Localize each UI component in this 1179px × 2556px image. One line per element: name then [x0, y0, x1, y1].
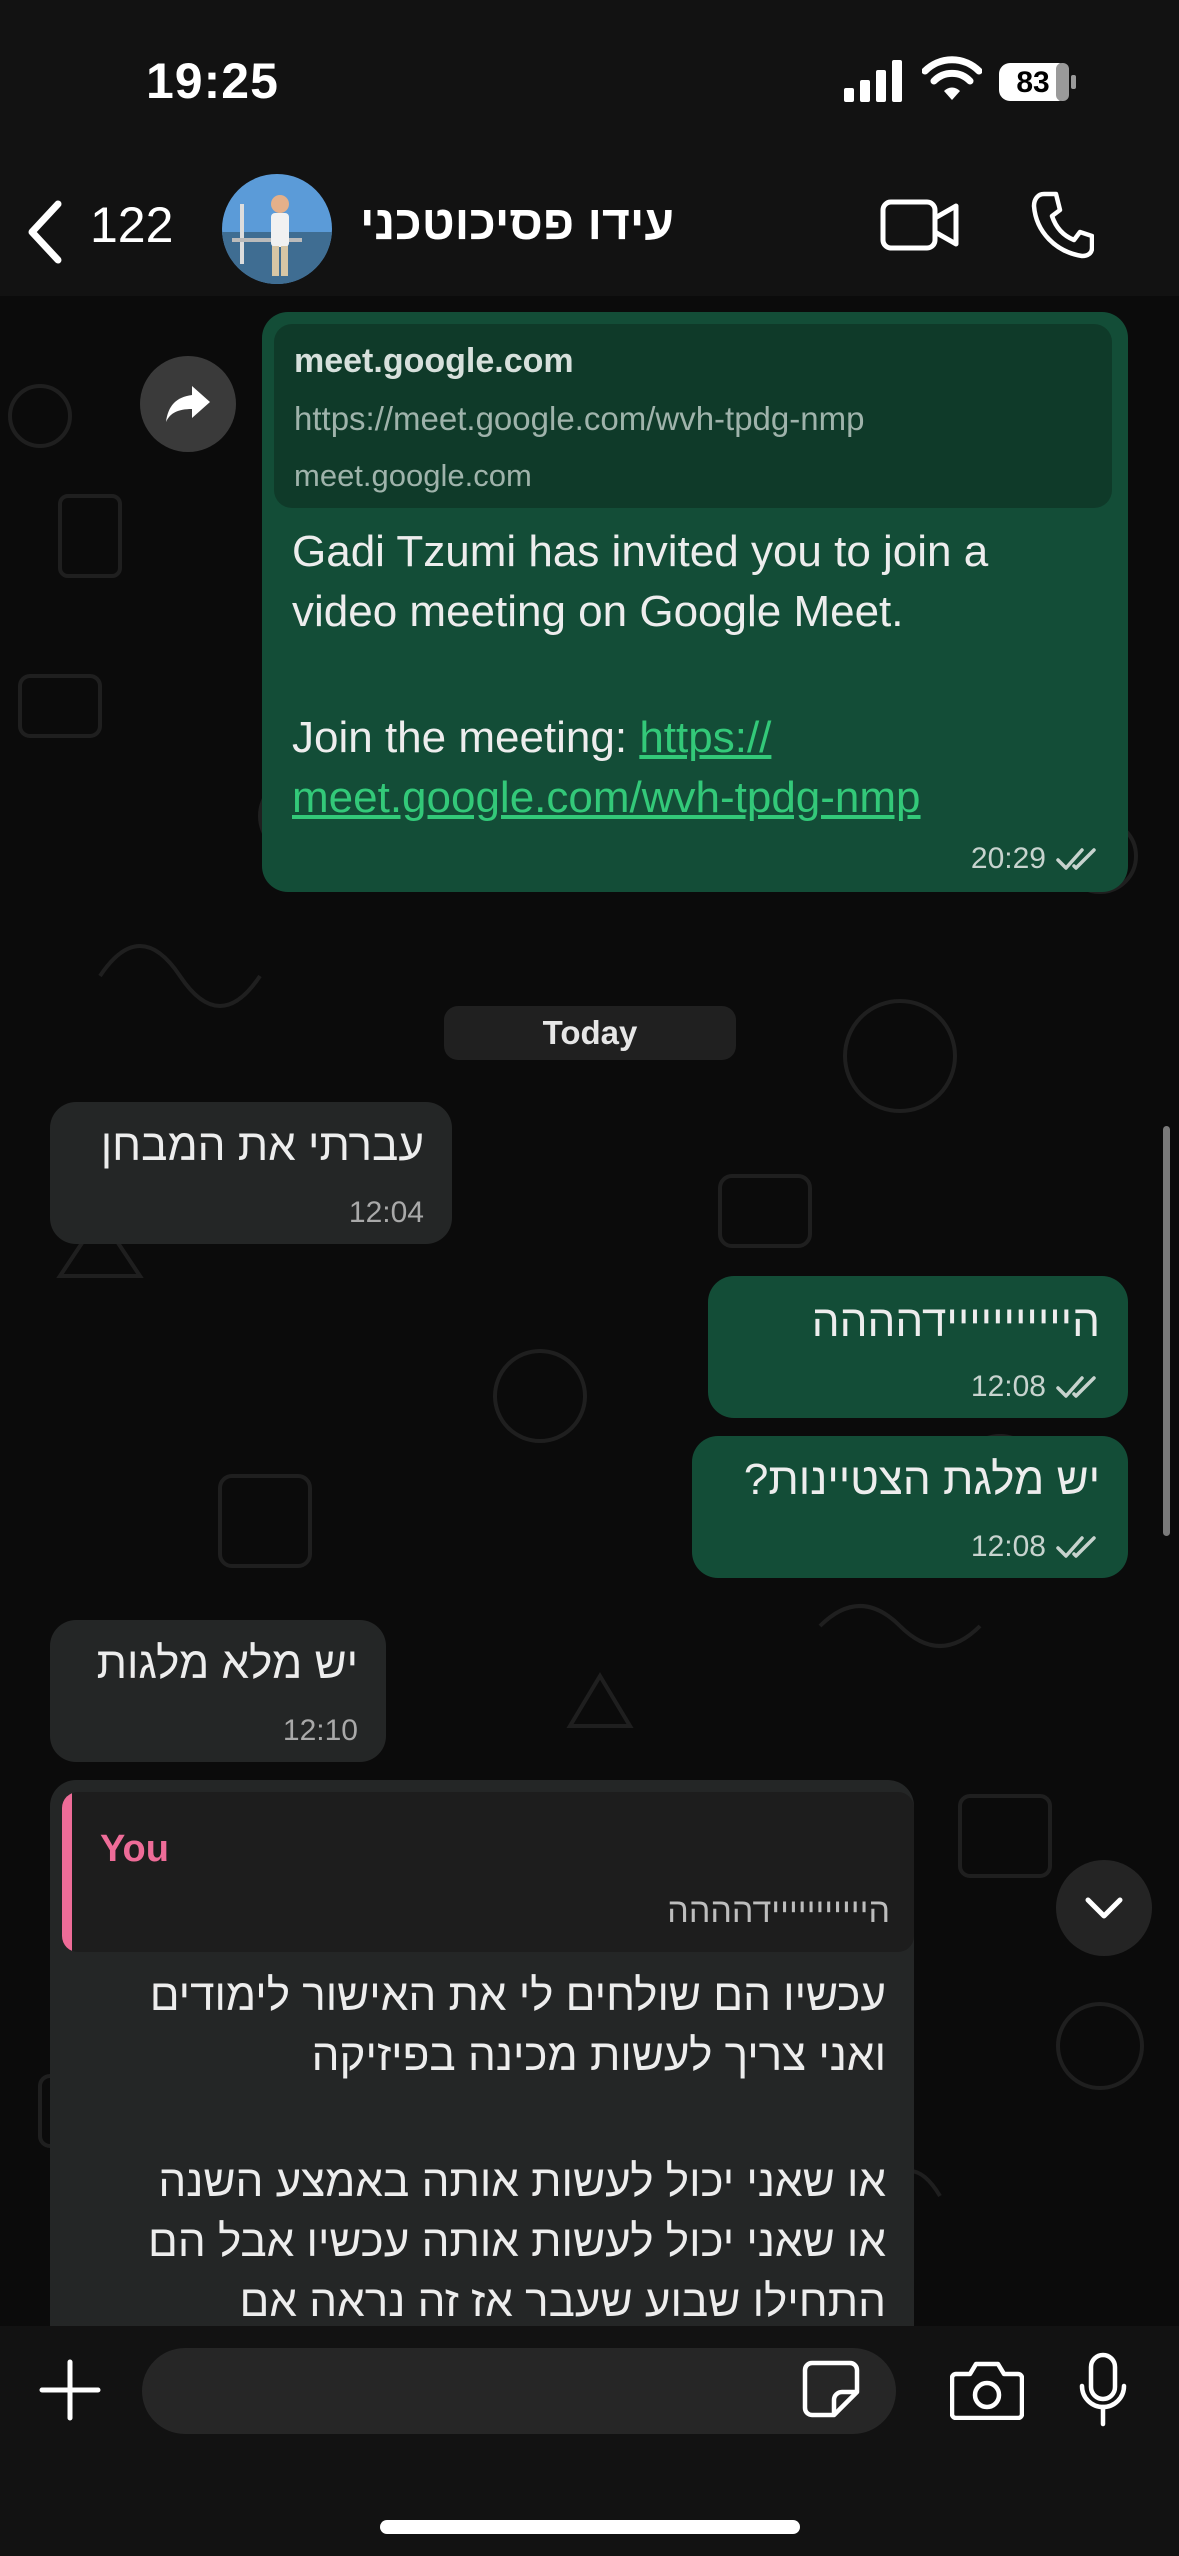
video-call-icon[interactable]: [880, 196, 960, 256]
message-text-line: או שאני יכול לעשות אותה באמצע השנה: [158, 2157, 886, 2206]
incoming-message[interactable]: עברתי את המבחן 12:04: [50, 1102, 452, 1244]
message-text: הייייייייייידהההה: [811, 1297, 1100, 1346]
message-meta: 12:10: [283, 1714, 358, 1748]
incoming-reply-message[interactable]: You הייייייייייידהההה עכשיו הם שולחים לי…: [50, 1780, 914, 2326]
chat-area[interactable]: meet.google.com https://meet.google.com/…: [0, 296, 1179, 2326]
double-check-icon: [1056, 1376, 1096, 1398]
message-meta: 20:29: [971, 842, 1100, 876]
message-meta: 12:08: [971, 1530, 1100, 1564]
phone-call-icon[interactable]: [1030, 190, 1094, 260]
plus-icon[interactable]: [38, 2358, 102, 2422]
outgoing-message[interactable]: הייייייייייידהההה 12:08: [708, 1276, 1128, 1418]
contact-avatar[interactable]: [222, 174, 332, 284]
message-input[interactable]: [142, 2348, 896, 2434]
link-preview-title: meet.google.com: [294, 342, 574, 380]
message-text: יש מלא מלגות: [96, 1639, 358, 1688]
date-separator: Today: [444, 1006, 736, 1060]
double-check-icon: [1056, 848, 1096, 870]
status-bar: 19:25 83: [0, 0, 1179, 170]
outgoing-message[interactable]: יש מלגת הצטיינות? 12:08: [692, 1436, 1128, 1578]
microphone-icon[interactable]: [1078, 2352, 1128, 2428]
message-meta: 12:08: [971, 1370, 1100, 1404]
message-text-line: ואני צריך לעשות מכינה בפיזיקה: [311, 2031, 886, 2080]
message-meta: 12:04: [349, 1196, 424, 1230]
signal-icon: [844, 60, 902, 102]
message-text-line: עכשיו הם שולחים לי את האישור לימודים: [149, 1971, 886, 2020]
message-time: 12:10: [282, 1714, 358, 1747]
outgoing-link-message[interactable]: meet.google.com https://meet.google.com/…: [262, 312, 1128, 892]
home-indicator[interactable]: [380, 2520, 800, 2534]
quoted-message[interactable]: You הייייייייייידהההה: [62, 1792, 914, 1952]
contact-name[interactable]: עידו פסיכוטכני: [360, 196, 674, 251]
quote-author: You: [100, 1828, 169, 1870]
message-text: יש מלגת הצטיינות?: [743, 1455, 1100, 1504]
quote-accent-bar: [62, 1792, 72, 1952]
double-check-icon: [1056, 1536, 1096, 1558]
link-preview-domain: meet.google.com: [294, 458, 532, 493]
link-preview-url: https://meet.google.com/wvh-tpdg-nmp: [294, 400, 865, 437]
chevron-down-icon: [1085, 1897, 1123, 1919]
message-time: 12:04: [348, 1196, 424, 1229]
back-chevron-icon[interactable]: [24, 200, 64, 264]
meeting-link[interactable]: https://: [639, 713, 771, 762]
composer-bar: [0, 2326, 1179, 2556]
message-text: עברתי את המבחן: [100, 1121, 424, 1170]
back-unread-count[interactable]: 122: [90, 196, 173, 254]
incoming-message[interactable]: יש מלא מלגות 12:10: [50, 1620, 386, 1762]
meeting-link[interactable]: meet.google.com/wvh-tpdg-nmp: [292, 768, 1112, 828]
message-time: 12:08: [970, 1370, 1046, 1403]
chat-header: 122 עידו פסיכוטכני: [0, 170, 1179, 296]
forward-icon: [166, 386, 210, 422]
message-text-line: video meeting on Google Meet.: [292, 587, 904, 636]
link-preview-card[interactable]: meet.google.com https://meet.google.com/…: [274, 324, 1112, 508]
battery-level: 83: [1016, 66, 1050, 99]
forward-button[interactable]: [140, 356, 236, 452]
message-text: Join the meeting:: [292, 713, 640, 762]
wifi-icon: [922, 56, 982, 100]
message-time: 20:29: [970, 842, 1046, 875]
quote-text: הייייייייייידהההה: [667, 1892, 890, 1930]
camera-icon[interactable]: [950, 2360, 1024, 2420]
status-time: 19:25: [146, 53, 279, 109]
message-text-line: או שאני יכול לעשות אותה עכשיו אבל הם: [147, 2217, 886, 2266]
sticker-icon[interactable]: [802, 2360, 860, 2418]
scroll-indicator[interactable]: [1163, 1126, 1170, 1536]
message-text-line: התחילו שבוע שעבר אז זה נראה אם: [239, 2277, 887, 2326]
scroll-to-bottom-button[interactable]: [1056, 1860, 1152, 1956]
message-text-line: Gadi Tzumi has invited you to join a: [292, 527, 989, 576]
message-time: 12:08: [970, 1530, 1046, 1563]
